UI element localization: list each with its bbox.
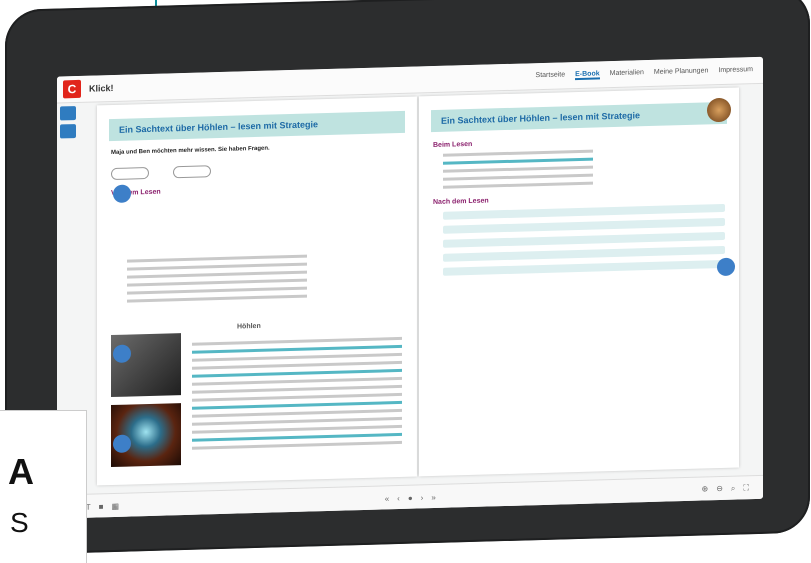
overlay-card: A S <box>0 410 87 563</box>
task-lines <box>127 250 307 308</box>
overlay-letter-s: S <box>10 507 29 538</box>
fullscreen-icon[interactable]: ⛶ <box>743 483 749 493</box>
intro-text: Maja und Ben möchten mehr wissen. Sie ha… <box>111 145 270 157</box>
answer-field-4[interactable] <box>443 245 725 262</box>
nav-ebook[interactable]: E-Book <box>575 69 600 80</box>
nav-startseite[interactable]: Startseite <box>536 71 566 81</box>
sidebar-grid-icon[interactable] <box>60 106 76 121</box>
overlay-letter-a: A <box>8 451 34 492</box>
app-title: Klick! <box>89 82 114 94</box>
section-beim-lesen: Beim Lesen <box>433 140 473 150</box>
right-page: Ein Sachtext über Höhlen – lesen mit Str… <box>419 87 739 477</box>
section-vor-dem-lesen: Vor dem Lesen <box>111 188 161 198</box>
search-icon[interactable]: ⌕ <box>731 484 735 494</box>
nav-impressum[interactable]: Impressum <box>718 66 753 76</box>
zoom-in-icon[interactable]: ⊕ <box>702 484 709 494</box>
section-nach-dem-lesen: Nach dem Lesen <box>433 197 489 207</box>
first-page-icon[interactable]: « <box>385 494 389 503</box>
left-page-banner: Ein Sachtext über Höhlen – lesen mit Str… <box>109 110 405 142</box>
pager: « ‹ ● › » <box>385 492 436 502</box>
app-logo[interactable]: C <box>63 79 81 99</box>
speech-bubble-2 <box>173 165 212 179</box>
answer-field-2[interactable] <box>443 217 725 234</box>
next-page-icon[interactable]: › <box>421 493 424 502</box>
marker-icon[interactable]: ▦ <box>111 501 119 510</box>
page-indicator[interactable]: ● <box>408 493 413 502</box>
last-page-icon[interactable]: » <box>431 492 435 501</box>
top-nav: Startseite E-Book Materialien Meine Plan… <box>536 66 753 81</box>
avatar <box>707 97 731 123</box>
speech-bubble-1 <box>111 166 149 181</box>
beim-lesen-lines <box>443 149 593 189</box>
view-group: ⊕ ⊖ ⌕ ⛶ <box>702 483 750 494</box>
nav-materialien[interactable]: Materialien <box>610 69 644 79</box>
left-page: Ein Sachtext über Höhlen – lesen mit Str… <box>97 96 417 486</box>
answer-field-5[interactable] <box>443 259 725 276</box>
text-heading: Höhlen <box>237 322 261 331</box>
prev-page-icon[interactable]: ‹ <box>397 493 400 502</box>
tablet-frame: C Klick! Startseite E-Book Materialien M… <box>5 0 810 555</box>
shape-icon[interactable]: ■ <box>99 502 104 511</box>
answer-field-1[interactable] <box>443 203 725 220</box>
zoom-out-icon[interactable]: ⊖ <box>716 484 723 494</box>
nav-planungen[interactable]: Meine Planungen <box>654 67 709 78</box>
right-page-banner: Ein Sachtext über Höhlen – lesen mit Str… <box>431 101 727 133</box>
cave-image[interactable] <box>111 333 181 398</box>
answer-field-3[interactable] <box>443 231 725 248</box>
text-lines <box>192 332 402 455</box>
sidebar-pages-icon[interactable] <box>60 124 76 139</box>
tablet-screen: C Klick! Startseite E-Book Materialien M… <box>57 56 763 519</box>
